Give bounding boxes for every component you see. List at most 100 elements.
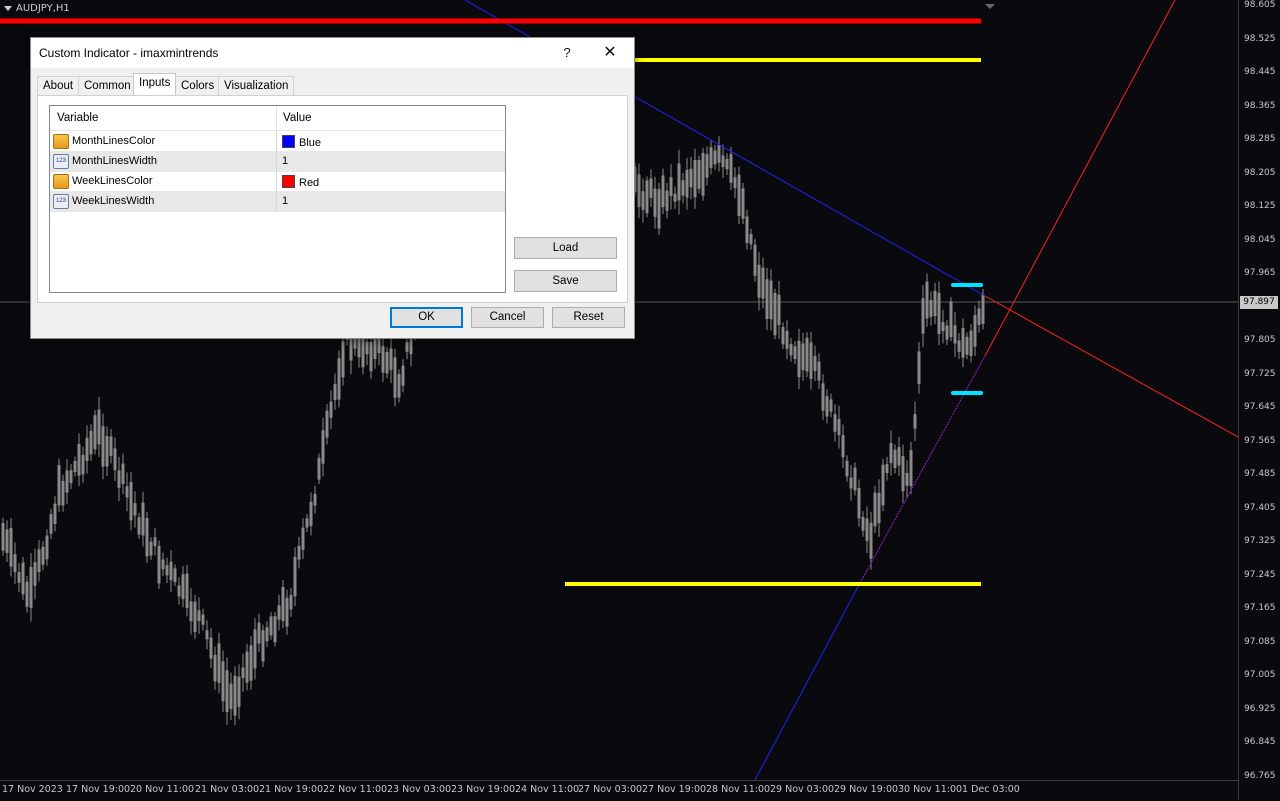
variable-name: WeekLinesWidth — [72, 195, 155, 207]
price-tick-label: 98.125 — [1244, 201, 1276, 211]
input-row-weeklinescolor[interactable]: WeekLinesColor Red — [50, 171, 505, 192]
candle-body — [9, 527, 13, 567]
candle-body — [901, 456, 905, 492]
candle-body — [701, 152, 705, 196]
candle-body — [721, 155, 725, 168]
value-cell[interactable]: Blue — [282, 135, 321, 149]
candle-body — [733, 177, 737, 189]
close-icon[interactable]: ✕ — [588, 38, 632, 68]
time-tick-label: 27 Nov 03:00 — [578, 784, 643, 795]
candle-body — [273, 616, 277, 643]
time-tick-label: 30 Nov 11:00 — [898, 784, 963, 795]
candle-body — [697, 160, 701, 189]
candle-body — [1, 522, 5, 551]
input-row-monthlineswidth[interactable]: 123 MonthLinesWidth 1 — [50, 151, 505, 172]
dialog-titlebar[interactable]: Custom Indicator - imaxmintrends ? ✕ — [31, 38, 634, 68]
lower-trend-line — [754, 582, 861, 780]
load-button[interactable]: Load — [514, 237, 617, 259]
save-button[interactable]: Save — [514, 270, 617, 292]
candle-body — [885, 464, 889, 474]
candle-body — [253, 629, 257, 669]
candle-body — [169, 561, 173, 581]
tab-colors[interactable]: Colors — [175, 76, 221, 95]
candle-body — [825, 396, 829, 417]
time-axis[interactable]: 17 Nov 2023 17 Nov 19:00 20 Nov 11:00 21 No… — [0, 780, 1238, 801]
candle-body — [837, 419, 841, 436]
lower-trend-dotted — [859, 355, 986, 584]
price-axis[interactable]: 98.605 98.525 98.445 98.365 98.285 98.205 98.1… — [1238, 0, 1280, 800]
variable-column-header[interactable]: Variable — [57, 112, 98, 124]
candle-body — [365, 341, 369, 355]
candle-body — [81, 454, 85, 475]
candle-body — [765, 279, 769, 319]
candle-body — [685, 170, 689, 198]
candle-body — [205, 630, 209, 640]
symbol-label: AUDJPY,H1 — [4, 3, 70, 14]
value-cell[interactable]: Red — [282, 175, 319, 189]
time-tick-label: 22 Nov 11:00 — [323, 784, 388, 795]
input-row-monthlinescolor[interactable]: MonthLinesColor Blue — [50, 131, 505, 152]
candle-body — [777, 294, 781, 326]
candle-body — [105, 436, 109, 467]
candle-body — [905, 472, 909, 486]
variable-name: MonthLinesWidth — [72, 155, 157, 167]
number-icon: 123 — [53, 154, 69, 169]
candle-body — [769, 280, 773, 320]
candle-body — [661, 175, 665, 208]
candle-body — [225, 670, 229, 713]
tab-common[interactable]: Common — [78, 76, 137, 95]
tab-visualization[interactable]: Visualization — [218, 76, 295, 95]
time-tick-label: 23 Nov 19:00 — [451, 784, 516, 795]
candle-body — [33, 562, 37, 586]
time-tick-label: 21 Nov 19:00 — [259, 784, 324, 795]
cancel-button[interactable]: Cancel — [471, 307, 544, 328]
inputs-grid[interactable]: Variable Value MonthLinesColor Blue 123 … — [49, 105, 506, 293]
value-cell[interactable]: 1 — [282, 195, 288, 207]
candle-body — [725, 158, 729, 170]
candle-body — [389, 348, 393, 370]
candle-body — [185, 573, 189, 608]
price-tick-label: 97.725 — [1244, 368, 1276, 379]
candle-body — [109, 436, 113, 456]
reset-button[interactable]: Reset — [552, 307, 625, 328]
candle-body — [933, 290, 937, 316]
value-column-header[interactable]: Value — [283, 112, 312, 124]
candle-body — [385, 351, 389, 374]
candle-body — [141, 502, 145, 536]
candle-body — [41, 546, 45, 565]
value-cell[interactable]: 1 — [282, 155, 288, 167]
time-tick-label: 1 Dec 03:00 — [962, 784, 1020, 795]
candle-body — [649, 178, 653, 198]
candle-body — [181, 574, 185, 600]
candle-body — [677, 163, 681, 201]
shift-marker-icon[interactable] — [985, 4, 995, 9]
candle-body — [221, 661, 225, 702]
lower-trend-extension — [984, 0, 1176, 357]
candle-body — [381, 346, 385, 373]
candle-body — [145, 517, 149, 557]
input-row-weeklineswidth[interactable]: 123 WeekLinesWidth 1 — [50, 191, 505, 212]
ok-button[interactable]: OK — [390, 307, 463, 328]
candle-body — [101, 426, 105, 467]
candle-body — [965, 336, 969, 355]
candle-body — [149, 541, 153, 556]
candle-body — [665, 190, 669, 211]
candle-body — [717, 145, 721, 163]
candle-body — [229, 683, 233, 710]
value-text: Blue — [299, 137, 322, 149]
time-tick-label: 17 Nov 19:00 — [66, 784, 131, 795]
candle-body — [709, 147, 713, 168]
candle-body — [285, 597, 289, 627]
chart-menu-icon[interactable] — [4, 5, 12, 11]
candle-body — [97, 409, 101, 445]
tab-inputs[interactable]: Inputs — [133, 73, 177, 95]
candle-body — [309, 501, 313, 526]
help-button[interactable]: ? — [545, 38, 589, 68]
tab-about[interactable]: About — [37, 76, 80, 95]
candle-body — [681, 180, 685, 196]
time-tick-label: 29 Nov 19:00 — [834, 784, 899, 795]
candle-body — [49, 514, 53, 534]
price-tick-label: 97.325 — [1244, 536, 1276, 546]
candle-body — [949, 301, 953, 338]
candle-body — [917, 351, 921, 385]
